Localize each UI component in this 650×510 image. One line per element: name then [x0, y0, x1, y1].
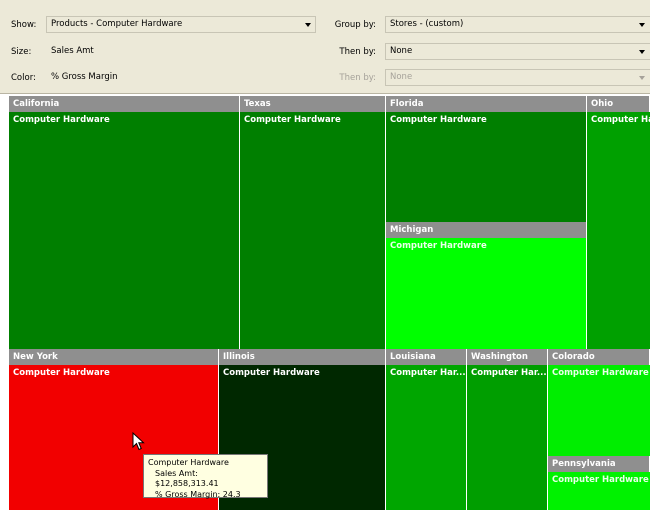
color-field[interactable]: % Gross Margin	[46, 69, 316, 86]
treemap-tile-pennsylvania[interactable]: Pennsylvania Computer Hardware	[548, 456, 650, 510]
size-label: Size:	[11, 47, 32, 57]
treemap-tile-florida[interactable]: Florida Computer Hardware	[386, 96, 587, 222]
thenby2-dropdown: None	[385, 69, 650, 86]
chevron-down-icon	[639, 76, 645, 80]
tile-body: Computer Hardware	[386, 238, 586, 349]
treemap-tile-ohio[interactable]: Ohio Computer Ha	[587, 96, 650, 349]
tile-body: Computer Har...	[386, 365, 466, 510]
tile-header: Texas	[240, 96, 386, 112]
show-dropdown-value: Products - Computer Hardware	[51, 19, 183, 29]
tile-header: Michigan	[386, 222, 587, 238]
tile-header: Colorado	[548, 349, 650, 365]
treemap-tile-california[interactable]: California Computer Hardware	[9, 96, 240, 349]
tile-body: Computer Hardware	[240, 112, 385, 349]
tile-header: Washington	[467, 349, 548, 365]
thenby2-label: Then by:	[339, 73, 376, 83]
tooltip-margin: % Gross Margin: 24.3	[155, 489, 241, 499]
groupby-dropdown-value: Stores - (custom)	[390, 19, 464, 29]
thenby-dropdown[interactable]: None	[385, 43, 650, 60]
size-field[interactable]: Sales Amt	[46, 43, 316, 60]
tile-body: Computer Har...	[467, 365, 547, 510]
tile-body: Computer Hardware	[386, 112, 586, 222]
treemap-options-panel: Show: Products - Computer Hardware Size:…	[0, 0, 650, 94]
chevron-down-icon	[639, 50, 645, 54]
tile-header: Illinois	[219, 349, 386, 365]
show-dropdown[interactable]: Products - Computer Hardware	[46, 16, 316, 33]
tile-header: California	[9, 96, 240, 112]
tile-header: Louisiana	[386, 349, 467, 365]
tile-body: Computer Hardware	[548, 472, 650, 510]
thenby-dropdown-value: None	[390, 46, 413, 56]
treemap-tile-louisiana[interactable]: Louisiana Computer Har...	[386, 349, 467, 510]
tile-header: New York	[9, 349, 219, 365]
mouse-pointer-icon	[132, 432, 145, 451]
tooltip-sales: Sales Amt: $12,858,313.41	[155, 468, 219, 489]
tile-header: Pennsylvania	[548, 456, 650, 472]
treemap-tile-michigan[interactable]: Michigan Computer Hardware	[386, 222, 587, 349]
color-field-value: % Gross Margin	[51, 72, 118, 82]
show-label: Show:	[11, 20, 37, 30]
tile-header: Florida	[386, 96, 587, 112]
color-label: Color:	[11, 73, 36, 83]
thenby2-dropdown-value: None	[390, 72, 413, 82]
size-field-value: Sales Amt	[51, 46, 94, 56]
chevron-down-icon	[639, 23, 645, 27]
tooltip-title: Computer Hardware	[148, 458, 229, 467]
treemap-tile-colorado[interactable]: Colorado Computer Hardware	[548, 349, 650, 456]
groupby-dropdown[interactable]: Stores - (custom)	[385, 16, 650, 33]
tile-body: Computer Hardware	[548, 365, 650, 456]
tile-header: Ohio	[587, 96, 650, 112]
treemap-tile-texas[interactable]: Texas Computer Hardware	[240, 96, 386, 349]
treemap-tile-washington[interactable]: Washington Computer Har...	[467, 349, 548, 510]
groupby-label: Group by:	[334, 20, 376, 30]
tile-body: Computer Hardware	[9, 112, 239, 349]
chevron-down-icon	[305, 23, 311, 27]
tile-body: Computer Ha	[587, 112, 650, 349]
thenby-label: Then by:	[339, 47, 376, 57]
tile-tooltip: Computer Hardware Sales Amt: $12,858,313…	[143, 454, 268, 499]
